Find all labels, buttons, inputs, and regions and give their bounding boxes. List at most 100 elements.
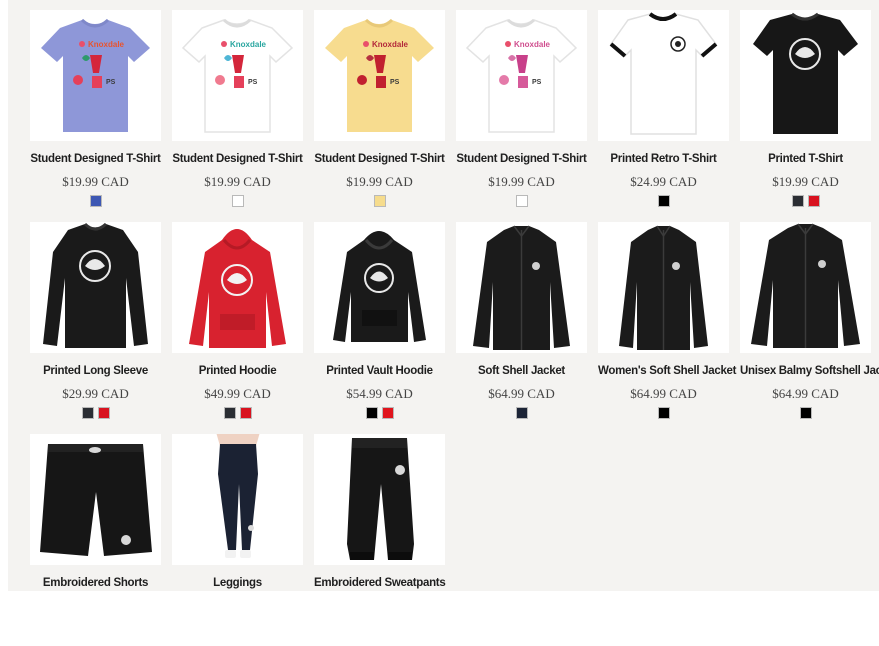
color-swatch[interactable] (231, 195, 244, 207)
black-tshirt-icon (753, 12, 858, 134)
product-image[interactable] (314, 434, 445, 565)
product-image[interactable]: Knoxdale PS (456, 10, 587, 141)
product-card[interactable]: Unisex Balmy Softshell Jacket $64.99 CAD (740, 222, 879, 434)
product-image[interactable]: Knoxdale PS (30, 10, 161, 141)
color-swatch[interactable] (515, 407, 528, 419)
product-name[interactable]: Leggings (172, 577, 303, 589)
color-swatch[interactable] (791, 195, 804, 207)
product-card[interactable]: Knoxdale PS Student Designed T-Shirt $19… (172, 10, 303, 222)
product-price: $64.99 CAD (772, 386, 839, 401)
ps-print-text: PS (390, 79, 400, 86)
product-image[interactable]: Knoxdale PS (172, 10, 303, 141)
product-image[interactable] (598, 10, 729, 141)
product-card[interactable]: Knoxdale PS Student Designed T-Shirt $19… (30, 10, 161, 222)
long-sleeve-icon (43, 222, 148, 348)
red-hoodie-icon (189, 229, 286, 348)
product-price: $54.99 CAD (346, 386, 413, 401)
product-name[interactable]: Printed Retro T-Shirt (598, 153, 729, 165)
color-swatch[interactable] (657, 407, 670, 419)
color-swatch[interactable] (81, 407, 94, 419)
product-name[interactable]: Embroidered Sweatpants (314, 577, 446, 589)
knoxdale-print-text: Knoxdale (514, 40, 551, 49)
product-price: $64.99 CAD (630, 386, 697, 401)
product-image[interactable] (740, 10, 871, 141)
product-name[interactable]: Printed T-Shirt (740, 153, 871, 165)
color-swatch[interactable] (657, 195, 670, 207)
product-name[interactable]: Soft Shell Jacket (456, 365, 587, 377)
product-image[interactable] (30, 222, 161, 353)
product-price: $24.99 CAD (630, 174, 697, 189)
jacket-icon (751, 223, 860, 348)
knoxdale-print-text: Knoxdale (88, 40, 125, 49)
tshirt-knoxdale-icon: Knoxdale PS (325, 18, 434, 132)
sweatpants-icon (347, 438, 414, 560)
product-card[interactable]: Embroidered Shorts (30, 434, 161, 646)
product-price: $49.99 CAD (204, 386, 271, 401)
color-swatch[interactable] (515, 195, 528, 207)
color-swatch[interactable] (381, 407, 394, 419)
color-swatches (172, 407, 303, 419)
tshirt-knoxdale-icon: Knoxdale PS (465, 18, 578, 133)
product-image[interactable] (456, 222, 587, 353)
color-swatch[interactable] (807, 195, 820, 207)
product-name[interactable]: Student Designed T-Shirt (30, 153, 161, 165)
knoxdale-print-text: Knoxdale (372, 40, 409, 49)
tshirt-knoxdale-icon: Knoxdale PS (181, 18, 294, 133)
product-card[interactable]: Soft Shell Jacket $64.99 CAD (456, 222, 587, 434)
product-image[interactable] (172, 434, 303, 565)
product-name[interactable]: Printed Vault Hoodie (314, 365, 445, 377)
product-name[interactable]: Student Designed T-Shirt (456, 153, 587, 165)
color-swatches (30, 407, 161, 419)
product-name[interactable]: Printed Long Sleeve (30, 365, 161, 377)
color-swatch[interactable] (97, 407, 110, 419)
product-card[interactable]: Leggings (172, 434, 303, 646)
color-swatch[interactable] (373, 195, 386, 207)
leggings-icon (216, 434, 260, 558)
product-price: $29.99 CAD (62, 386, 129, 401)
product-image[interactable] (314, 222, 445, 353)
color-swatch[interactable] (365, 407, 378, 419)
color-swatch[interactable] (799, 407, 812, 419)
color-swatch[interactable] (223, 407, 236, 419)
product-card[interactable]: Printed Long Sleeve $29.99 CAD (30, 222, 161, 434)
product-price: $64.99 CAD (488, 386, 555, 401)
product-card[interactable]: Knoxdale PS Student Designed T-Shirt $19… (314, 10, 445, 222)
color-swatches (740, 195, 871, 207)
product-image[interactable] (598, 222, 729, 353)
product-card[interactable]: Printed Vault Hoodie $54.99 CAD (314, 222, 445, 434)
color-swatches (598, 195, 729, 207)
product-name[interactable]: Student Designed T-Shirt (172, 153, 303, 165)
product-image[interactable] (740, 222, 871, 353)
product-name[interactable]: Student Designed T-Shirt (314, 153, 445, 165)
product-name[interactable]: Unisex Balmy Softshell Jacket (740, 365, 879, 377)
color-swatches (598, 407, 729, 419)
jacket-icon (473, 225, 570, 350)
product-card[interactable]: Women's Soft Shell Jacket $64.99 CAD (598, 222, 736, 434)
color-swatches (740, 407, 871, 419)
color-swatch[interactable] (89, 195, 102, 207)
product-name[interactable]: Embroidered Shorts (30, 577, 161, 589)
product-grid: Knoxdale PS Student Designed T-Shirt $19… (30, 10, 879, 646)
product-image[interactable]: Knoxdale PS (314, 10, 445, 141)
color-swatches (30, 195, 161, 207)
product-card[interactable]: Printed Retro T-Shirt $24.99 CAD (598, 10, 729, 222)
product-name[interactable]: Women's Soft Shell Jacket (598, 365, 736, 377)
product-card[interactable]: Embroidered Sweatpants (314, 434, 446, 646)
product-card[interactable]: Printed T-Shirt $19.99 CAD (740, 10, 871, 222)
jacket-icon (619, 225, 708, 350)
product-image[interactable] (172, 222, 303, 353)
tshirt-knoxdale-icon: Knoxdale PS (41, 18, 150, 132)
product-price: $19.99 CAD (346, 174, 413, 189)
color-swatches (456, 195, 587, 207)
color-swatches (314, 195, 445, 207)
ringer-tshirt-icon (609, 12, 718, 135)
black-hoodie-icon (333, 231, 426, 342)
color-swatches (456, 407, 587, 419)
product-card[interactable]: Knoxdale PS Student Designed T-Shirt $19… (456, 10, 587, 222)
product-price: $19.99 CAD (488, 174, 555, 189)
knoxdale-print-text: Knoxdale (230, 40, 267, 49)
color-swatch[interactable] (239, 407, 252, 419)
product-card[interactable]: Printed Hoodie $49.99 CAD (172, 222, 303, 434)
product-image[interactable] (30, 434, 161, 565)
product-name[interactable]: Printed Hoodie (172, 365, 303, 377)
